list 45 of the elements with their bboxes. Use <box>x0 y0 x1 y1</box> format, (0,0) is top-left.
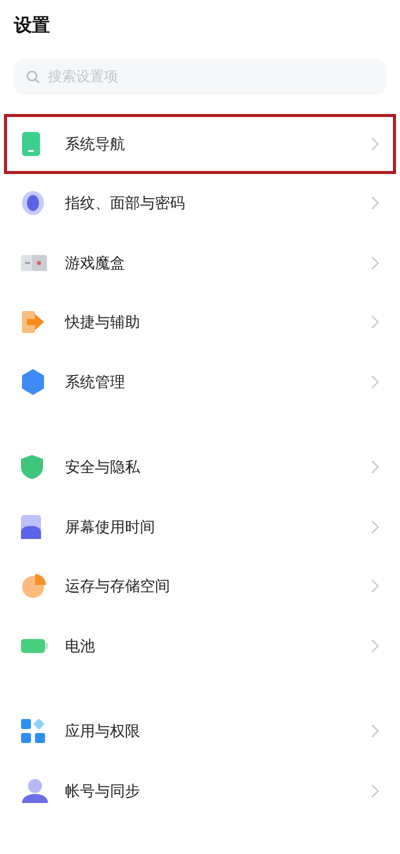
chevron-right-icon <box>371 638 379 653</box>
pie-chart-icon <box>21 573 47 600</box>
row-label: 电池 <box>65 636 96 656</box>
settings-row[interactable]: 帐号与同步 <box>4 761 396 820</box>
shield-icon <box>21 455 43 480</box>
row-label: 屏幕使用时间 <box>65 516 156 538</box>
chevron-right-icon <box>371 520 379 534</box>
settings-row[interactable]: 运存与存储空间 <box>4 556 396 616</box>
person-icon <box>21 778 49 803</box>
settings-row[interactable]: 安全与隐私 <box>4 438 396 497</box>
chevron-right-icon <box>371 315 379 330</box>
arrow-icon <box>21 310 45 334</box>
settings-row[interactable]: 屏幕使用时间 <box>4 497 396 556</box>
row-label: 安全与隐私 <box>65 457 141 478</box>
row-label: 运存与存储空间 <box>65 576 171 597</box>
chevron-right-icon <box>371 256 379 270</box>
settings-row[interactable]: 系统导航 <box>4 114 396 174</box>
row-label: 系统管理 <box>65 372 126 392</box>
chevron-right-icon <box>371 374 379 389</box>
settings-row[interactable]: 游戏魔盒 <box>4 233 396 292</box>
row-label: 快捷与辅助 <box>65 312 141 333</box>
row-label: 系统导航 <box>65 134 126 154</box>
page-title: 设置 <box>14 14 51 38</box>
game-box-icon <box>21 254 47 272</box>
chevron-right-icon <box>371 784 379 798</box>
search-icon <box>26 70 40 84</box>
row-label: 游戏魔盒 <box>65 252 126 274</box>
chevron-right-icon <box>371 724 379 738</box>
row-label: 帐号与同步 <box>65 780 141 802</box>
fingerprint-icon <box>21 190 45 216</box>
chevron-right-icon <box>371 460 379 474</box>
row-label: 应用与权限 <box>65 721 141 742</box>
hexagon-icon <box>21 368 45 395</box>
chevron-right-icon <box>371 196 379 210</box>
row-label: 指纹、面部与密码 <box>65 193 186 214</box>
battery-icon <box>21 638 49 654</box>
settings-row[interactable]: 应用与权限 <box>4 702 396 761</box>
settings-row[interactable]: 电池 <box>4 616 396 676</box>
settings-row[interactable]: 快捷与辅助 <box>4 292 396 352</box>
settings-row[interactable]: 指纹、面部与密码 <box>4 174 396 233</box>
settings-row[interactable]: 系统管理 <box>4 352 396 412</box>
phone-icon <box>21 132 41 156</box>
apps-icon <box>21 719 45 744</box>
chevron-right-icon <box>371 136 379 151</box>
chevron-right-icon <box>371 579 379 594</box>
